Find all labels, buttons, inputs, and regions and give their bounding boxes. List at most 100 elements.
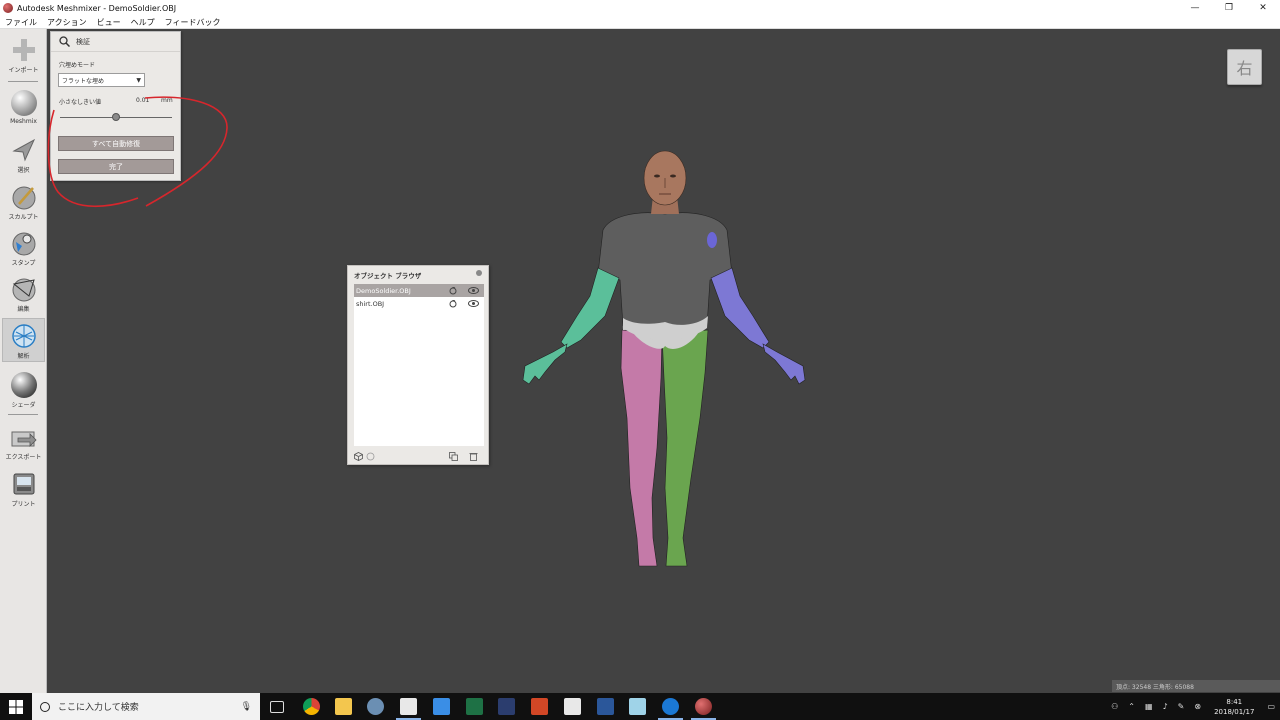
app-icon[interactable] — [629, 698, 646, 715]
tool-stamp[interactable]: スタンプ — [2, 226, 45, 270]
window-title: Autodesk Meshmixer - DemoSoldier.OBJ — [17, 3, 177, 13]
eye-icon[interactable] — [468, 287, 479, 294]
start-button[interactable] — [0, 693, 32, 720]
tool-label: スタンプ — [11, 260, 36, 267]
menu-file[interactable]: ファイル — [0, 17, 42, 28]
tool-label: シェーダ — [11, 402, 36, 409]
inspector-header: 検証 — [51, 32, 180, 52]
dropdown-arrow-icon: ▼ — [136, 76, 141, 84]
edge-icon[interactable] — [658, 698, 683, 720]
tool-edit[interactable]: 編集 — [2, 272, 45, 316]
tool-meshmix[interactable]: Meshmix — [2, 86, 45, 130]
object-list: DemoSoldier.OBJ shirt.OBJ — [354, 284, 484, 446]
view-cube[interactable]: 右 — [1227, 49, 1262, 85]
chrome-icon[interactable] — [303, 698, 320, 715]
tool-label: エクスポート — [5, 454, 42, 461]
object-browser-panel: オブジェクト ブラウザ DemoSoldier.OBJ shirt.OBJ — [347, 265, 489, 465]
minimize-button[interactable]: — — [1178, 0, 1212, 16]
word-icon[interactable] — [597, 698, 614, 715]
hole-fill-mode-label: 穴埋めモード — [59, 62, 96, 69]
tool-print[interactable]: プリント — [2, 467, 45, 511]
mesh-stats-status: 頂点: 32548 三角形: 65088 — [1112, 680, 1280, 692]
task-view-icon[interactable] — [270, 701, 284, 713]
object-browser-footer — [348, 448, 488, 464]
pen-icon[interactable]: ✎ — [1178, 702, 1185, 711]
analysis-icon — [10, 322, 38, 350]
trash-icon[interactable] — [469, 452, 478, 461]
taskbar-search-box[interactable]: ここに入力して検索 🎙 — [32, 693, 260, 720]
hole-fill-mode-select[interactable]: フラットな埋め ▼ — [58, 73, 145, 87]
lock-icon[interactable] — [449, 287, 457, 295]
meshmix-ball-icon — [10, 89, 38, 117]
pivot-icon[interactable] — [366, 452, 375, 461]
object-name: shirt.OBJ — [356, 299, 385, 308]
tool-label: インポート — [8, 67, 39, 74]
soldier-model-3d — [522, 150, 806, 567]
tool-label: 選択 — [17, 167, 30, 174]
taskbar-clock[interactable]: 8:41 2018/01/17 — [1214, 697, 1254, 717]
mail-icon[interactable] — [564, 698, 581, 715]
plus-icon — [10, 36, 38, 64]
clock-time: 8:41 — [1226, 697, 1243, 706]
close-icon[interactable] — [476, 270, 482, 276]
tool-label: Meshmix — [10, 118, 37, 125]
powerpoint-icon[interactable] — [531, 698, 548, 715]
tool-sculpt[interactable]: スカルプト — [2, 180, 45, 224]
magnifier-icon — [59, 36, 70, 47]
sculpt-brush-icon — [10, 183, 38, 211]
menu-help[interactable]: ヘルプ — [126, 17, 160, 28]
volume-icon[interactable]: ♪ — [1163, 702, 1168, 711]
cube-icon[interactable] — [354, 452, 363, 461]
tool-label: 解析 — [17, 353, 30, 360]
object-browser-header: オブジェクト ブラウザ — [348, 266, 488, 284]
red-circle-annotation — [47, 96, 228, 208]
snipping-tool-icon[interactable] — [396, 698, 421, 720]
tool-shader[interactable]: シェーダ — [2, 368, 45, 412]
close-button[interactable]: ✕ — [1246, 0, 1280, 16]
windows-taskbar: ここに入力して検索 🎙 ⚇ ⌃ ▦ ♪ ✎ ⊗ 8:41 2018/01/17 … — [0, 693, 1280, 720]
tool-select[interactable]: 選択 — [2, 133, 45, 177]
menu-view[interactable]: ビュー — [92, 17, 126, 28]
network-icon[interactable]: ▦ — [1145, 702, 1153, 711]
menu-bar: ファイル アクション ビュー ヘルプ フィードバック — [0, 16, 1280, 29]
toolbar-divider — [8, 81, 38, 82]
people-icon[interactable]: ⚇ — [1111, 702, 1118, 711]
object-row-demosoldier[interactable]: DemoSoldier.OBJ — [354, 284, 484, 297]
menu-feedback[interactable]: フィードバック — [160, 17, 226, 28]
hole-fill-mode-value: フラットな埋め — [62, 77, 105, 85]
tool-label: スカルプト — [8, 214, 39, 221]
tool-label: 編集 — [17, 306, 30, 313]
action-center-icon[interactable]: ▭ — [1267, 702, 1275, 711]
object-row-shirt[interactable]: shirt.OBJ — [354, 297, 484, 310]
microphone-icon[interactable]: 🎙 — [241, 702, 252, 712]
file-explorer-icon[interactable] — [335, 698, 352, 715]
app-icon[interactable] — [498, 698, 515, 715]
app-icon[interactable] — [367, 698, 384, 715]
meshmixer-app-icon — [3, 3, 13, 13]
title-bar: Autodesk Meshmixer - DemoSoldier.OBJ — ❐… — [0, 0, 1280, 16]
lock-icon[interactable] — [449, 300, 457, 308]
tool-import[interactable]: インポート — [2, 33, 45, 77]
tool-export[interactable]: エクスポート — [2, 420, 45, 464]
windows-logo-icon — [9, 699, 23, 714]
object-browser-title: オブジェクト ブラウザ — [354, 272, 422, 280]
excel-icon[interactable] — [466, 698, 483, 715]
export-icon — [10, 423, 38, 451]
tool-label: プリント — [11, 501, 36, 508]
object-name: DemoSoldier.OBJ — [356, 286, 411, 295]
print-icon — [10, 470, 38, 498]
edit-icon — [10, 275, 38, 303]
duplicate-icon[interactable] — [449, 452, 458, 461]
shader-ball-icon — [10, 371, 38, 399]
meshmixer-taskbar-icon[interactable] — [691, 698, 716, 720]
select-arrow-icon — [10, 136, 38, 164]
clock-date: 2018/01/17 — [1214, 707, 1255, 716]
store-icon[interactable] — [433, 698, 450, 715]
tool-analysis[interactable]: 解析 — [2, 318, 45, 362]
restore-button[interactable]: ❐ — [1212, 0, 1246, 16]
stamp-icon — [10, 229, 38, 257]
menu-action[interactable]: アクション — [42, 17, 92, 28]
eye-icon[interactable] — [468, 300, 479, 307]
chevron-up-icon[interactable]: ⌃ — [1128, 702, 1135, 711]
notification-x-icon[interactable]: ⊗ — [1194, 702, 1201, 711]
